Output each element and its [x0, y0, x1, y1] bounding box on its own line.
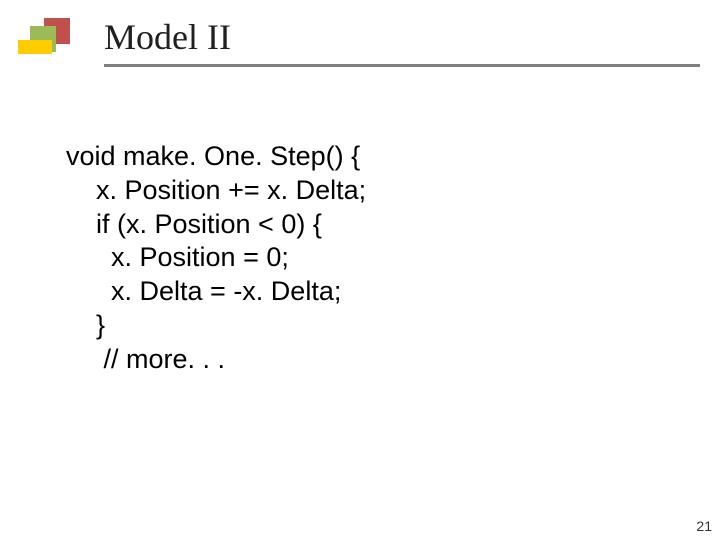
code-line: x. Position += x. Delta;	[66, 175, 366, 205]
code-line: void make. One. Step() {	[66, 141, 360, 171]
page-number: 21	[696, 518, 712, 534]
slide-title: Model II	[104, 16, 231, 58]
code-line: x. Delta = -x. Delta;	[66, 276, 341, 306]
code-block: void make. One. Step() { x. Position += …	[66, 140, 366, 376]
code-line: if (x. Position < 0) {	[66, 209, 322, 239]
code-line: x. Position = 0;	[66, 242, 289, 272]
logo-square-yellow	[18, 40, 52, 54]
slide-logo	[18, 18, 82, 62]
code-line: }	[66, 310, 105, 340]
title-underline	[104, 64, 700, 67]
code-line: // more. . .	[66, 344, 225, 374]
